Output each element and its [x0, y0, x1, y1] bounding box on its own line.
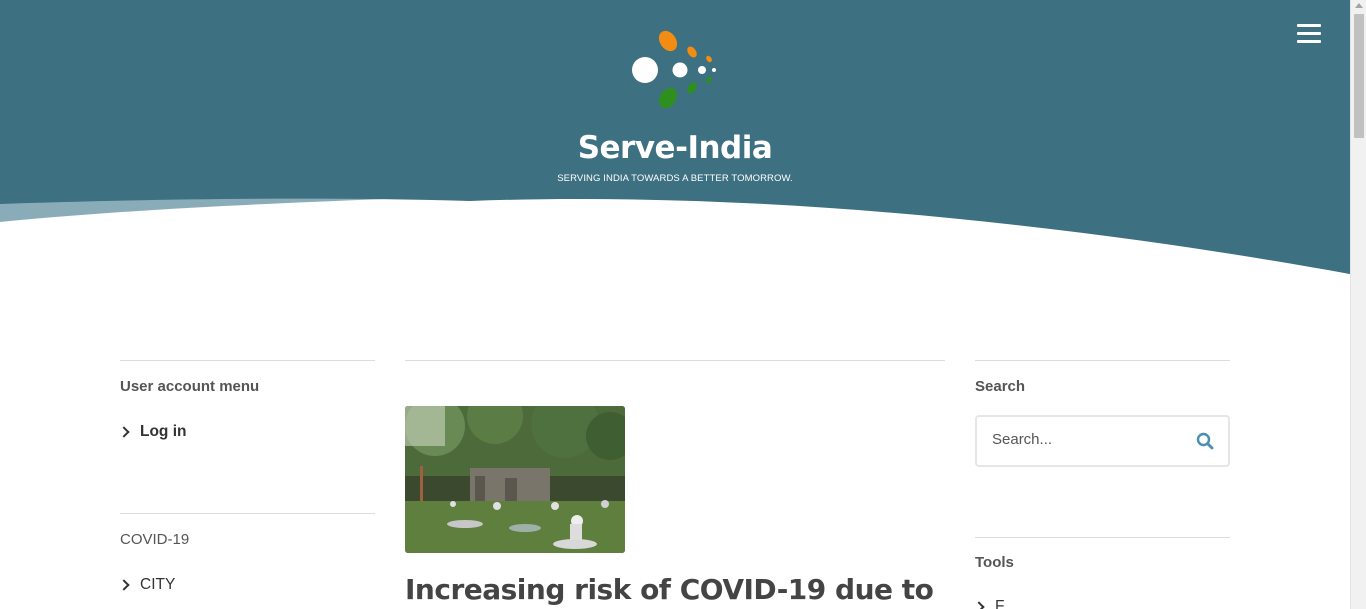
chevron-right-icon	[973, 601, 985, 609]
hamburger-bar	[1297, 40, 1321, 43]
site-slogan: SERVING INDIA TOWARDS A BETTER TOMORROW.	[557, 173, 793, 184]
tools-block-title: Tools	[975, 554, 1014, 571]
search-block-title: Search	[975, 378, 1026, 395]
main-content: Increasing risk of COVID-19 due to	[405, 360, 945, 606]
scroll-up-arrow-icon[interactable]	[1355, 3, 1363, 8]
login-link[interactable]: Log in	[118, 423, 375, 441]
article-photo	[405, 406, 625, 553]
block-divider	[120, 360, 375, 361]
covid-menu-title: COVID-19	[120, 531, 190, 548]
right-sidebar: Search Tools F	[973, 360, 1230, 609]
block-divider	[120, 513, 375, 514]
site-logo[interactable]	[627, 28, 723, 112]
site-name[interactable]: Serve-India	[0, 130, 1350, 166]
article-title[interactable]: Increasing risk of COVID-19 due to	[405, 573, 945, 606]
city-link[interactable]: CITY	[118, 576, 375, 594]
search-box	[975, 415, 1230, 467]
scrollbar-thumb[interactable]	[1354, 14, 1364, 138]
user-account-menu-title: User account menu	[120, 378, 260, 395]
chevron-right-icon	[118, 579, 130, 591]
tools-link[interactable]: F	[973, 598, 1005, 609]
chevron-right-icon	[118, 426, 130, 438]
hamburger-icon[interactable]	[1297, 24, 1321, 44]
block-divider	[975, 537, 1230, 538]
search-input[interactable]	[992, 431, 1172, 448]
search-icon[interactable]	[1196, 432, 1214, 450]
content-divider	[405, 360, 945, 361]
tools-link-label: F	[995, 598, 1005, 609]
scrollbar[interactable]	[1350, 0, 1366, 609]
left-sidebar: User account menu Log in COVID-19 CITY	[118, 360, 375, 594]
hamburger-bar	[1297, 32, 1321, 35]
block-divider	[975, 360, 1230, 361]
login-link-label: Log in	[140, 423, 187, 440]
article-image[interactable]	[405, 406, 625, 553]
city-link-label: CITY	[140, 576, 176, 593]
hamburger-bar	[1297, 24, 1321, 27]
